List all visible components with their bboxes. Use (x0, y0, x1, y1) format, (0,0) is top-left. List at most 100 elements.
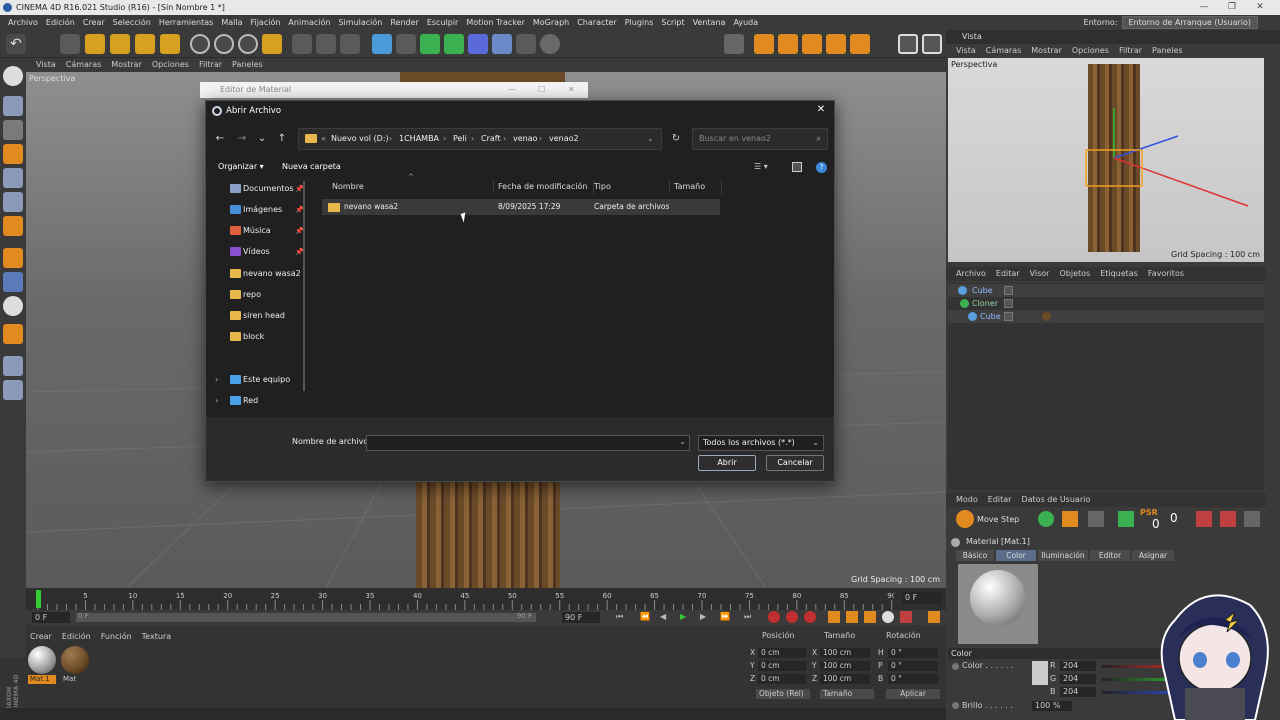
nav-item-repo[interactable]: repo (212, 286, 306, 304)
size-z-field[interactable]: 100 cm (820, 674, 870, 684)
menu-render[interactable]: Render (390, 18, 418, 27)
window-close-button[interactable]: ✕ (1246, 0, 1274, 15)
vp-menu-mostrar[interactable]: Mostrar (111, 60, 142, 69)
material-editor-titlebar[interactable]: Editor de Material — ☐ ✕ (200, 82, 588, 98)
texture-mode-icon[interactable] (3, 120, 23, 140)
object-row-cube-child[interactable]: Cube (948, 310, 1264, 323)
visibility-toggle[interactable] (1004, 299, 1013, 308)
next-key-icon[interactable]: ⏩ (720, 612, 730, 621)
om-menu-etiquetas[interactable]: Etiquetas (1100, 269, 1138, 278)
goto-start-icon[interactable]: ⏮ (616, 612, 623, 622)
visibility-toggle[interactable] (1004, 286, 1013, 295)
move-tool-icon[interactable] (85, 34, 105, 54)
new-folder-button[interactable]: Nueva carpeta (282, 159, 341, 175)
menu-malla[interactable]: Malla (221, 18, 242, 27)
filetype-select[interactable]: Todos los archivos (*.*) ⌄ (698, 435, 824, 451)
play-icon[interactable]: ▶ (680, 612, 686, 621)
column-icon[interactable] (1088, 511, 1104, 527)
brush-icon[interactable] (1118, 511, 1134, 527)
nav-item-nevano-wasa2[interactable]: nevano wasa2 (212, 265, 306, 283)
layout-single-icon[interactable] (898, 34, 918, 54)
om-menu-objetos[interactable]: Objetos (1059, 269, 1090, 278)
rv-menu-paneles[interactable]: Paneles (1152, 46, 1183, 55)
rv-menu-camaras[interactable]: Cámaras (986, 46, 1022, 55)
subdivision-icon[interactable] (420, 34, 440, 54)
column-nombre[interactable]: Nombre (332, 180, 494, 194)
visibility-toggle[interactable] (1004, 312, 1013, 321)
settings-icon[interactable] (1244, 511, 1260, 527)
material-tag-icon[interactable] (1042, 312, 1051, 321)
floor-icon[interactable] (492, 34, 512, 54)
menu-animacion[interactable]: Animación (288, 18, 330, 27)
organize-button[interactable]: Organizar ▾ (218, 159, 264, 175)
cancel-button[interactable]: Cancelar (766, 455, 824, 471)
next-frame-icon[interactable]: ▶ (700, 612, 706, 621)
key-pos-icon[interactable] (828, 611, 840, 623)
object-row-cube[interactable]: Cube (948, 284, 1264, 297)
file-row[interactable]: nevano wasa2 8/09/2025 17:29 Carpeta de … (322, 199, 720, 215)
grid-icon[interactable] (3, 356, 23, 376)
pen-icon[interactable] (396, 34, 416, 54)
timeline[interactable]: 051015202530354045505560657075808590 0 F (26, 588, 946, 610)
tool-icon[interactable] (1062, 511, 1078, 527)
menu-simulacion[interactable]: Simulación (338, 18, 382, 27)
pos-z-field[interactable]: 0 cm (758, 674, 806, 684)
light-icon[interactable] (540, 34, 560, 54)
render-picture-viewer-icon[interactable] (316, 34, 336, 54)
object-row-cloner[interactable]: Cloner (948, 297, 1264, 310)
me-maximize-icon[interactable]: ☐ (538, 82, 545, 98)
address-dropdown-icon[interactable]: ⌄ (647, 129, 654, 149)
coord-mode-select[interactable]: Objeto (Rel) (756, 689, 810, 699)
open-button[interactable]: Abrir (698, 455, 756, 471)
search-input[interactable]: Buscar en venao2 ⌕ (692, 128, 828, 150)
breadcrumb-venao2[interactable]: venao2 (549, 129, 579, 149)
parameter-icon[interactable] (1220, 511, 1236, 527)
me-close-icon[interactable]: ✕ (568, 82, 575, 98)
tab-asignar[interactable]: Asignar (1132, 550, 1174, 561)
workplane-icon[interactable] (3, 144, 23, 164)
tab-editor[interactable]: Editor (1090, 550, 1130, 561)
nav-item-red[interactable]: › Red (212, 392, 306, 410)
nav-item-documentos[interactable]: Documentos 📌 (212, 180, 306, 198)
sphere-tool-icon[interactable] (1038, 511, 1054, 527)
end-frame-field[interactable]: 0 F (902, 592, 942, 604)
polygons-icon[interactable] (3, 216, 23, 236)
preview-pane-icon[interactable] (792, 162, 802, 172)
expand-chevron-icon[interactable]: › (215, 371, 218, 389)
vp-menu-camaras[interactable]: Cámaras (66, 60, 102, 69)
key-param-icon[interactable] (882, 611, 894, 623)
dialog-close-button[interactable]: ✕ (814, 103, 828, 117)
layout-quad-icon[interactable] (922, 34, 942, 54)
magnet-icon[interactable] (3, 324, 23, 344)
goto-end-icon[interactable]: ⏭ (744, 612, 751, 622)
vp-menu-vista[interactable]: Vista (36, 60, 56, 69)
filename-input[interactable]: ⌄ (366, 435, 690, 451)
menu-esculpir[interactable]: Esculpir (427, 18, 459, 27)
key-pla-icon[interactable] (900, 611, 912, 623)
breadcrumb-1chamba[interactable]: 1CHAMBA (399, 129, 439, 149)
points-icon[interactable] (3, 168, 23, 188)
select-tool-icon[interactable] (60, 34, 80, 54)
om-menu-favoritos[interactable]: Favoritos (1148, 269, 1184, 278)
uv-mode-icon[interactable] (850, 34, 870, 54)
range-slider[interactable]: 0 F 90 F (76, 612, 536, 622)
filetype-dropdown-icon[interactable]: ⌄ (812, 436, 819, 450)
tweak-icon[interactable] (3, 272, 23, 292)
menu-plugins[interactable]: Plugins (625, 18, 654, 27)
menu-motion-tracker[interactable]: Motion Tracker (466, 18, 525, 27)
size-mode-select[interactable]: Tamaño (820, 689, 874, 699)
tab-iluminacion[interactable]: Iluminación (1038, 550, 1088, 561)
address-bar[interactable]: « Nuevo vol (D:) › 1CHAMBA › Peli › Craf… (298, 128, 662, 150)
maximize-button[interactable]: ❐ (1218, 0, 1246, 15)
move-step-icon[interactable] (956, 510, 974, 528)
rot-p-field[interactable]: 0 ° (888, 661, 938, 671)
vp-menu-opciones[interactable]: Opciones (152, 60, 189, 69)
recent-locations-icon[interactable]: ⌄ (254, 131, 270, 147)
r-value[interactable]: 204 (1060, 661, 1096, 671)
dialog-titlebar[interactable]: Abrir Archivo (206, 101, 834, 121)
column-tipo[interactable]: Tipo (594, 180, 670, 194)
help-icon[interactable]: ? (816, 162, 827, 173)
filename-dropdown-icon[interactable]: ⌄ (679, 437, 686, 446)
rv-menu-mostrar[interactable]: Mostrar (1031, 46, 1062, 55)
brillo-anim-icon[interactable] (952, 702, 959, 709)
